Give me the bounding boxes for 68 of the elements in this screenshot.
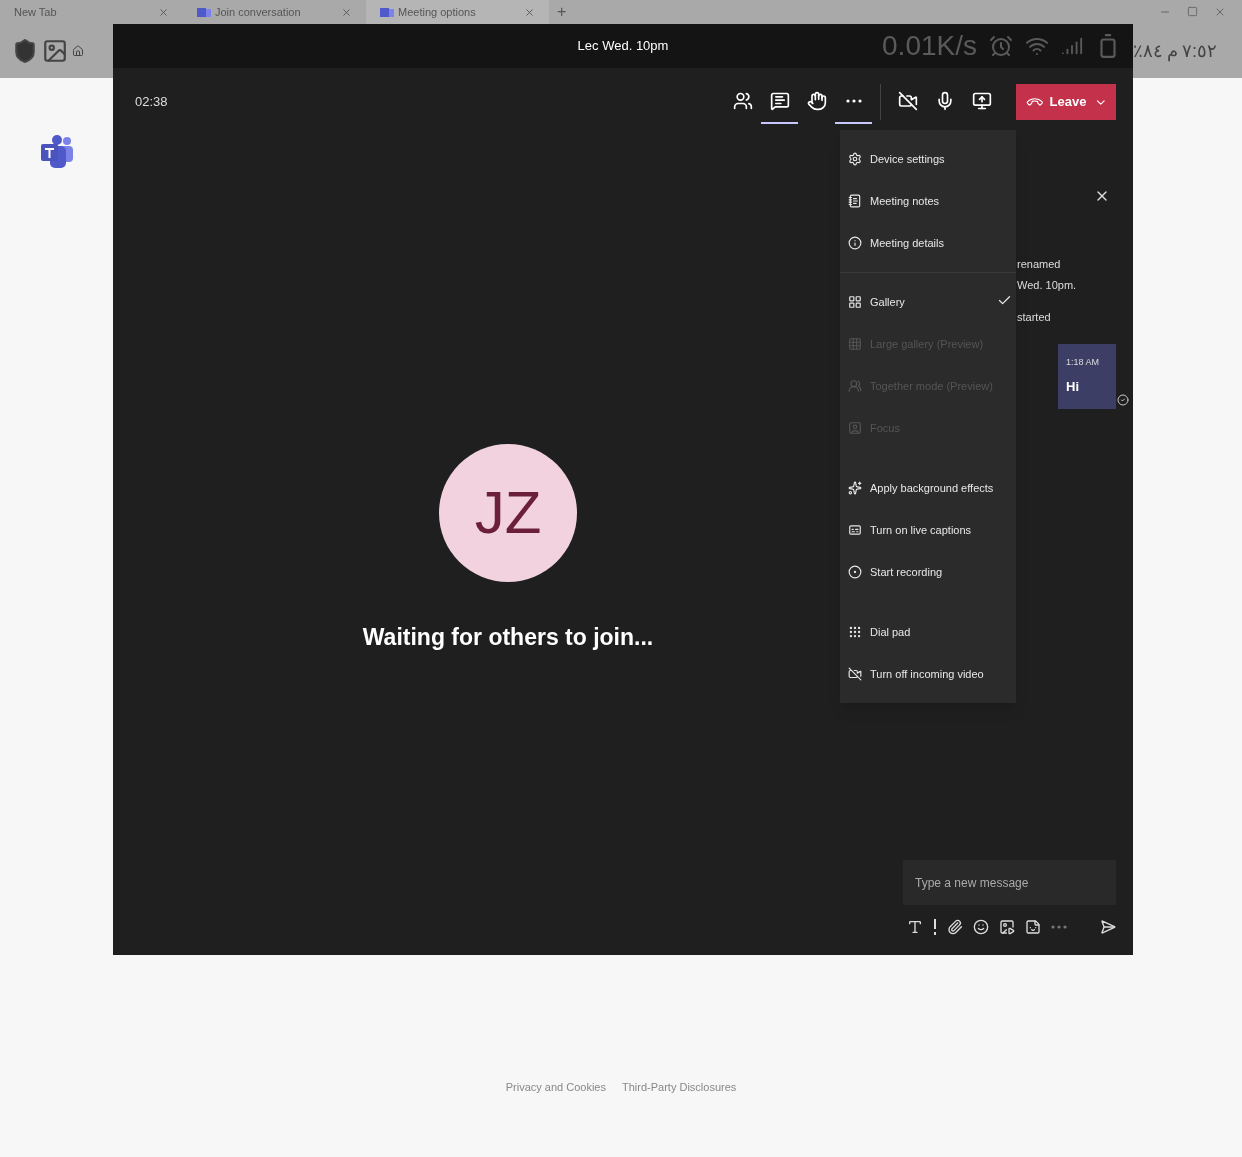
teams-tab-icon [380,6,394,18]
teams-tab-icon [197,6,211,18]
browser-tab[interactable]: Join conversation [183,0,366,24]
effects-icon [848,481,862,495]
notes-icon [848,194,862,208]
menu-item[interactable]: Meeting notes [840,180,1016,222]
footer-link[interactable]: Privacy and Cookies [505,1079,606,1096]
browser-tab[interactable]: Meeting options [366,0,549,24]
menu-item[interactable]: Dial pad [840,611,1016,653]
format-icon[interactable] [907,919,923,935]
footer-link[interactable]: Third-Party Disclosures [622,1079,737,1096]
gif-icon[interactable] [999,919,1015,935]
menu-item[interactable]: Device settings [840,138,1016,180]
message-text: Hi [1066,378,1080,396]
browser-tab[interactable]: New Tab [0,0,183,24]
read-receipt-icon [1117,393,1129,406]
close-tab-icon[interactable] [341,6,352,18]
large-grid-icon [848,337,862,351]
shield-icon[interactable] [12,38,38,64]
menu-item[interactable]: Gallery [840,281,1016,323]
focus-icon [848,421,862,435]
menu-item[interactable]: Start recording [840,551,1016,593]
signal-icon [1061,35,1083,57]
dial-pad-icon [848,625,862,639]
menu-item[interactable]: Turn on live captions [840,509,1016,551]
menu-item[interactable]: Meeting details [840,222,1016,264]
attach-icon[interactable] [947,919,963,935]
avatar: JZ [439,444,577,582]
close-tab-icon[interactable] [524,6,535,18]
more-icon [1051,925,1067,929]
emoji-icon[interactable] [973,919,989,935]
chat-event-text: renamed [1017,257,1062,272]
new-tab-button[interactable]: + [549,0,575,24]
teams-logo-icon [39,134,74,170]
waiting-message: Waiting for others to join... [362,623,654,652]
message-field[interactable]: Type a new message [903,860,1116,905]
camera-off-icon [897,91,918,111]
time-suffix: م [1167,39,1178,64]
menu-item[interactable]: Apply background effects [840,467,1016,509]
record-icon [848,565,862,579]
more-icon [845,99,862,103]
call-timer: 02:38 [135,93,168,112]
close-tab-icon[interactable] [158,6,169,18]
network-speed: 0.01K/s [882,29,977,63]
menu-item[interactable]: Turn off incoming video [840,653,1016,695]
clock-time: ٧:٥٢ [1182,39,1217,63]
window-title: Lec Wed. 10pm [577,37,669,56]
chat-icon [769,91,790,111]
chat-event-text: Wed. 10pm. [1017,277,1078,293]
image-icon[interactable] [42,38,68,64]
raise-hand-icon [806,91,827,111]
battery-percent: ٪٨٤ [1133,39,1163,63]
info-icon [848,236,862,250]
leave-button[interactable]: Leave [1016,84,1116,120]
alarm-icon [989,34,1013,58]
share-screen-icon [971,91,992,111]
captions-icon [848,523,862,537]
send-icon[interactable] [1100,919,1116,935]
video-off-icon [848,667,862,681]
people-icon [848,379,862,393]
sticker-icon[interactable] [1025,919,1041,935]
home-icon[interactable] [72,45,84,57]
grid-icon [848,295,862,309]
message-time: 1:18 AM [1066,355,1101,369]
important-icon[interactable] [933,919,937,935]
people-icon [732,91,753,111]
settings-icon [848,152,862,166]
chat-event-text: started [1017,310,1052,325]
